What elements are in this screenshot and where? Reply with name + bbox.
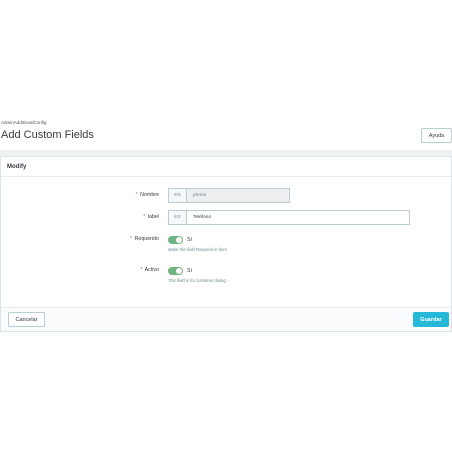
panel-heading: Modify: [1, 157, 451, 177]
label-field[interactable]: Teléfono: [186, 210, 410, 225]
nombre-input-group: ES phone: [168, 188, 290, 203]
panel-footer: Cancelar Guardar: [1, 307, 451, 331]
activo-state: Sí: [187, 268, 193, 274]
nombre-field: phone: [186, 188, 290, 203]
language-addon[interactable]: ES: [168, 210, 186, 225]
nombre-label-text: Nombre: [140, 192, 159, 198]
form-row-label: * label ES Teléfono: [1, 210, 452, 225]
nombre-label: * Nombre: [136, 192, 159, 198]
requerido-switch[interactable]: Sí: [168, 236, 192, 244]
breadcrumb: AdminAdditionalConfig: [1, 120, 47, 125]
required-marker: *: [140, 267, 143, 273]
requerido-help: Make this field Required in form: [168, 247, 227, 252]
requerido-label-text: Requerido: [134, 236, 159, 242]
toggle-knob: [176, 268, 182, 274]
activo-label-text: Activo: [144, 267, 159, 273]
required-marker: *: [130, 236, 133, 242]
requerido-state: Sí: [187, 237, 193, 243]
form-row-nombre: * Nombre ES phone: [1, 188, 452, 203]
save-button[interactable]: Guardar: [413, 312, 449, 327]
form-row-requerido: * Requerido Sí Make this field Required …: [1, 236, 452, 258]
label-label-text: label: [147, 214, 159, 220]
help-button[interactable]: Ayuda: [421, 128, 452, 143]
label-input-group: ES Teléfono: [168, 210, 410, 225]
form-row-activo: * Activo Sí This field is for customer d…: [1, 267, 452, 289]
activo-help: This field is for customer dialog: [168, 278, 226, 283]
modify-panel: Modify * Nombre ES phone * label ES Telé…: [0, 156, 452, 332]
page-title: Add Custom Fields: [1, 129, 94, 141]
toggle-switch[interactable]: [168, 267, 183, 275]
language-addon[interactable]: ES: [168, 188, 186, 203]
label-label: * label: [143, 214, 159, 220]
requerido-label: * Requerido: [130, 236, 159, 242]
cancel-button[interactable]: Cancelar: [8, 312, 45, 327]
required-marker: *: [143, 214, 146, 220]
activo-switch[interactable]: Sí: [168, 267, 192, 275]
toggle-switch[interactable]: [168, 236, 183, 244]
required-marker: *: [135, 192, 138, 198]
activo-label: * Activo: [140, 267, 159, 273]
toggle-knob: [176, 237, 182, 243]
